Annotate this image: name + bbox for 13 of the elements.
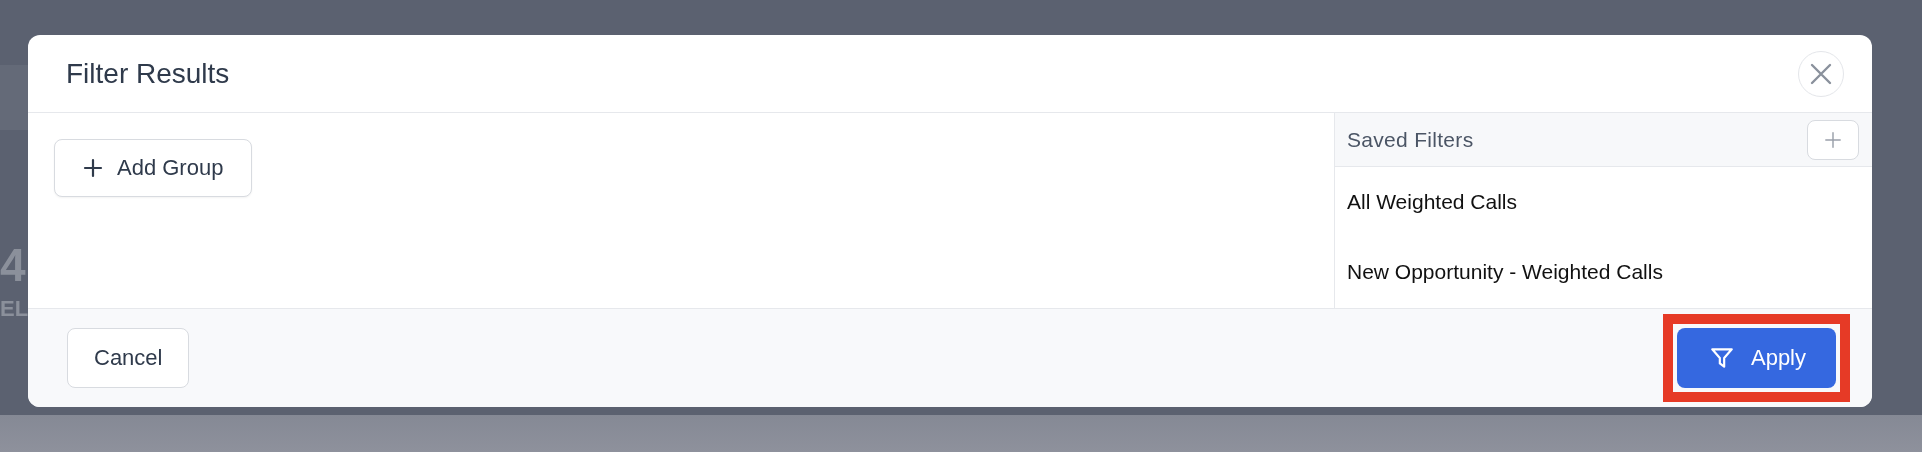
panel-title: Saved Filters (1347, 127, 1474, 152)
cancel-button[interactable]: Cancel (67, 328, 190, 388)
close-icon (1809, 61, 1833, 86)
plus-icon (1824, 130, 1842, 149)
dialog-title: Filter Results (66, 57, 230, 90)
saved-filter-item[interactable]: All Weighted Calls (1335, 167, 1872, 237)
plus-icon (83, 158, 103, 178)
saved-filter-item[interactable]: New Opportunity - Weighted Calls (1335, 237, 1872, 307)
close-button[interactable] (1798, 50, 1844, 97)
add-filter-button[interactable] (1807, 119, 1859, 160)
add-group-button[interactable]: Add Group (54, 139, 253, 197)
funnel-icon (1708, 345, 1735, 371)
apply-button[interactable]: Apply (1677, 328, 1836, 388)
